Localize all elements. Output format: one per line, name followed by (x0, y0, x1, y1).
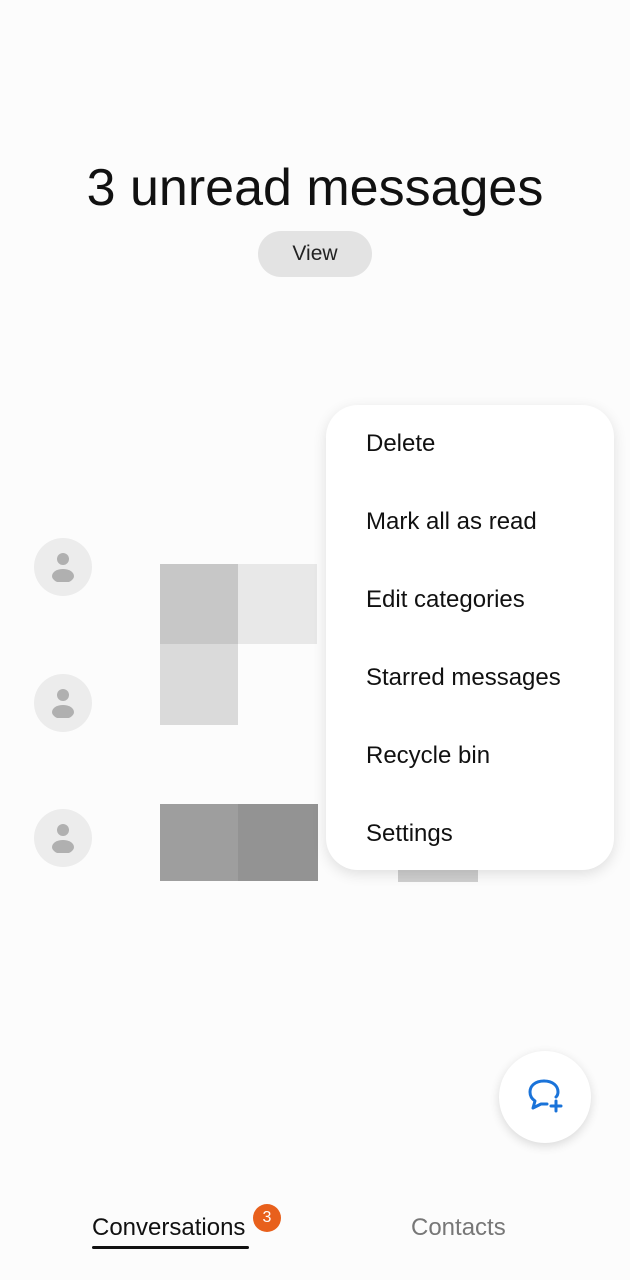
avatar[interactable] (34, 538, 92, 596)
unread-badge: 3 (253, 1204, 281, 1232)
menu-item-delete[interactable]: Delete (366, 424, 435, 464)
redacted-block (160, 804, 238, 881)
tab-conversations[interactable]: Conversations (92, 1214, 245, 1242)
view-button[interactable]: View (258, 231, 372, 277)
new-message-icon (528, 1079, 563, 1113)
person-icon (52, 553, 74, 582)
person-icon (52, 824, 74, 853)
menu-item-settings[interactable]: Settings (366, 814, 453, 854)
active-tab-indicator (92, 1246, 249, 1249)
menu-item-recycle-bin[interactable]: Recycle bin (366, 736, 490, 776)
new-message-button[interactable] (499, 1051, 591, 1143)
avatar[interactable] (34, 809, 92, 867)
overflow-menu: Delete Mark all as read Edit categories … (326, 405, 614, 870)
redacted-block (238, 564, 317, 644)
redacted-block (160, 644, 238, 725)
page-title: 3 unread messages (86, 159, 544, 217)
redacted-block (238, 804, 318, 881)
redacted-block (160, 564, 238, 644)
menu-item-mark-all-read[interactable]: Mark all as read (366, 502, 537, 542)
avatar[interactable] (34, 674, 92, 732)
menu-item-starred-messages[interactable]: Starred messages (366, 658, 561, 698)
menu-item-edit-categories[interactable]: Edit categories (366, 580, 525, 620)
person-icon (52, 689, 74, 718)
tab-contacts[interactable]: Contacts (411, 1214, 506, 1242)
